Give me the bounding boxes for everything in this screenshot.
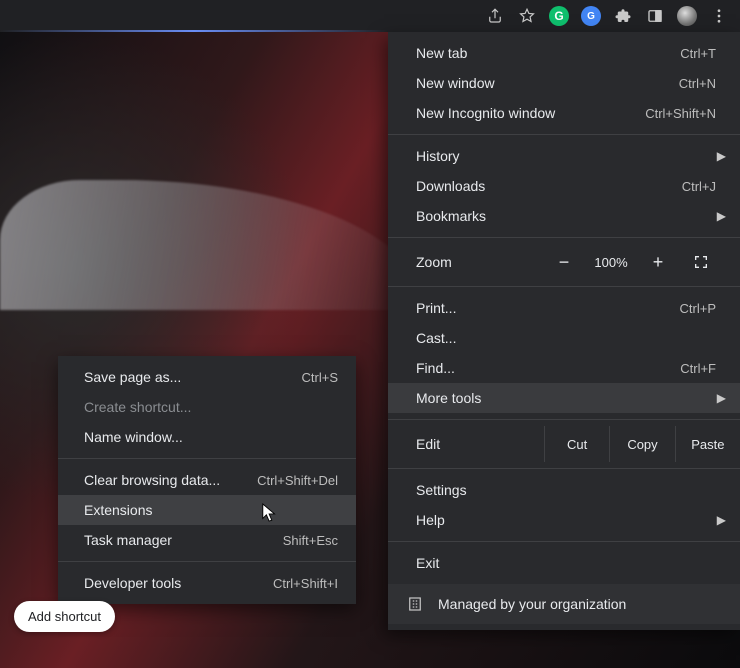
menu-item-history[interactable]: History ▶ (388, 141, 740, 171)
add-shortcut-pill[interactable]: Add shortcut (14, 601, 115, 632)
menu-item-find[interactable]: Find... Ctrl+F (388, 353, 740, 383)
menu-item-new-tab[interactable]: New tab Ctrl+T (388, 38, 740, 68)
menu-label: Find... (416, 360, 680, 376)
menu-item-bookmarks[interactable]: Bookmarks ▶ (388, 201, 740, 231)
share-icon[interactable] (480, 2, 510, 30)
menu-item-settings[interactable]: Settings (388, 475, 740, 505)
submenu-item-clear-data[interactable]: Clear browsing data... Ctrl+Shift+Del (58, 465, 356, 495)
menu-separator (388, 134, 740, 135)
menu-item-more-tools[interactable]: More tools ▶ (388, 383, 740, 413)
submenu-label: Extensions (84, 502, 338, 518)
submenu-separator (58, 561, 356, 562)
building-icon (406, 595, 424, 613)
submenu-shortcut: Ctrl+Shift+Del (257, 473, 338, 488)
menu-label: Print... (416, 300, 680, 316)
menu-item-zoom: Zoom − 100% + (388, 244, 740, 280)
submenu-label: Task manager (84, 532, 283, 548)
submenu-label: Developer tools (84, 575, 273, 591)
zoom-in-button[interactable]: + (638, 244, 678, 280)
submenu-item-name-window[interactable]: Name window... (58, 422, 356, 452)
menu-label: New Incognito window (416, 105, 645, 121)
submenu-shortcut: Ctrl+Shift+I (273, 576, 338, 591)
menu-separator (388, 468, 740, 469)
menu-shortcut: Ctrl+P (680, 301, 716, 316)
chrome-main-menu: New tab Ctrl+T New window Ctrl+N New Inc… (388, 32, 740, 630)
submenu-shortcut: Ctrl+S (302, 370, 338, 385)
grammarly-extension-icon[interactable]: G (544, 2, 574, 30)
menu-item-cast[interactable]: Cast... (388, 323, 740, 353)
menu-item-help[interactable]: Help ▶ (388, 505, 740, 535)
menu-shortcut: Ctrl+T (680, 46, 716, 61)
edit-cut-button[interactable]: Cut (544, 426, 609, 462)
menu-label: New tab (416, 45, 680, 61)
menu-label: Cast... (416, 330, 716, 346)
extensions-puzzle-icon[interactable] (608, 2, 638, 30)
submenu-arrow-icon: ▶ (717, 513, 726, 527)
menu-separator (388, 419, 740, 420)
menu-item-downloads[interactable]: Downloads Ctrl+J (388, 171, 740, 201)
side-panel-icon[interactable] (640, 2, 670, 30)
zoom-out-button[interactable]: − (544, 244, 584, 280)
edit-copy-button[interactable]: Copy (609, 426, 674, 462)
submenu-arrow-icon: ▶ (717, 391, 726, 405)
submenu-item-dev-tools[interactable]: Developer tools Ctrl+Shift+I (58, 568, 356, 598)
submenu-item-extensions[interactable]: Extensions (58, 495, 356, 525)
menu-label: History (416, 148, 716, 164)
submenu-label: Clear browsing data... (84, 472, 257, 488)
menu-item-new-window[interactable]: New window Ctrl+N (388, 68, 740, 98)
more-tools-submenu: Save page as... Ctrl+S Create shortcut..… (58, 356, 356, 604)
menu-item-managed[interactable]: Managed by your organization (388, 584, 740, 624)
submenu-arrow-icon: ▶ (717, 149, 726, 163)
menu-shortcut: Ctrl+F (680, 361, 716, 376)
menu-separator (388, 541, 740, 542)
google-translate-extension-icon[interactable]: G (576, 2, 606, 30)
submenu-item-save-page[interactable]: Save page as... Ctrl+S (58, 362, 356, 392)
menu-item-edit-row: Edit Cut Copy Paste (388, 426, 740, 462)
submenu-label: Save page as... (84, 369, 302, 385)
menu-label: Downloads (416, 178, 682, 194)
menu-separator (388, 237, 740, 238)
menu-label: Help (416, 512, 716, 528)
managed-label: Managed by your organization (438, 596, 626, 612)
menu-label: New window (416, 75, 679, 91)
menu-item-exit[interactable]: Exit (388, 548, 740, 578)
kebab-menu-icon[interactable] (704, 2, 734, 30)
menu-shortcut: Ctrl+Shift+N (645, 106, 716, 121)
fullscreen-button[interactable] (678, 244, 724, 280)
edit-label: Edit (388, 436, 544, 452)
submenu-arrow-icon: ▶ (717, 209, 726, 223)
avatar-image (677, 6, 697, 26)
submenu-item-create-shortcut: Create shortcut... (58, 392, 356, 422)
zoom-label: Zoom (416, 254, 544, 270)
submenu-item-task-manager[interactable]: Task manager Shift+Esc (58, 525, 356, 555)
browser-toolbar: G G (0, 0, 740, 32)
menu-shortcut: Ctrl+J (682, 179, 716, 194)
menu-label: Bookmarks (416, 208, 716, 224)
active-tab-underline (0, 30, 388, 32)
profile-avatar-icon[interactable] (672, 2, 702, 30)
menu-label: More tools (416, 390, 716, 406)
submenu-label: Create shortcut... (84, 399, 338, 415)
gtranslate-badge: G (581, 6, 601, 26)
menu-label: Exit (416, 555, 716, 571)
submenu-label: Name window... (84, 429, 338, 445)
submenu-separator (58, 458, 356, 459)
edit-paste-button[interactable]: Paste (675, 426, 740, 462)
submenu-shortcut: Shift+Esc (283, 533, 338, 548)
zoom-value: 100% (584, 255, 638, 270)
menu-shortcut: Ctrl+N (679, 76, 716, 91)
menu-item-new-incognito[interactable]: New Incognito window Ctrl+Shift+N (388, 98, 740, 128)
menu-separator (388, 286, 740, 287)
grammarly-badge: G (549, 6, 569, 26)
menu-label: Settings (416, 482, 716, 498)
star-icon[interactable] (512, 2, 542, 30)
menu-item-print[interactable]: Print... Ctrl+P (388, 293, 740, 323)
